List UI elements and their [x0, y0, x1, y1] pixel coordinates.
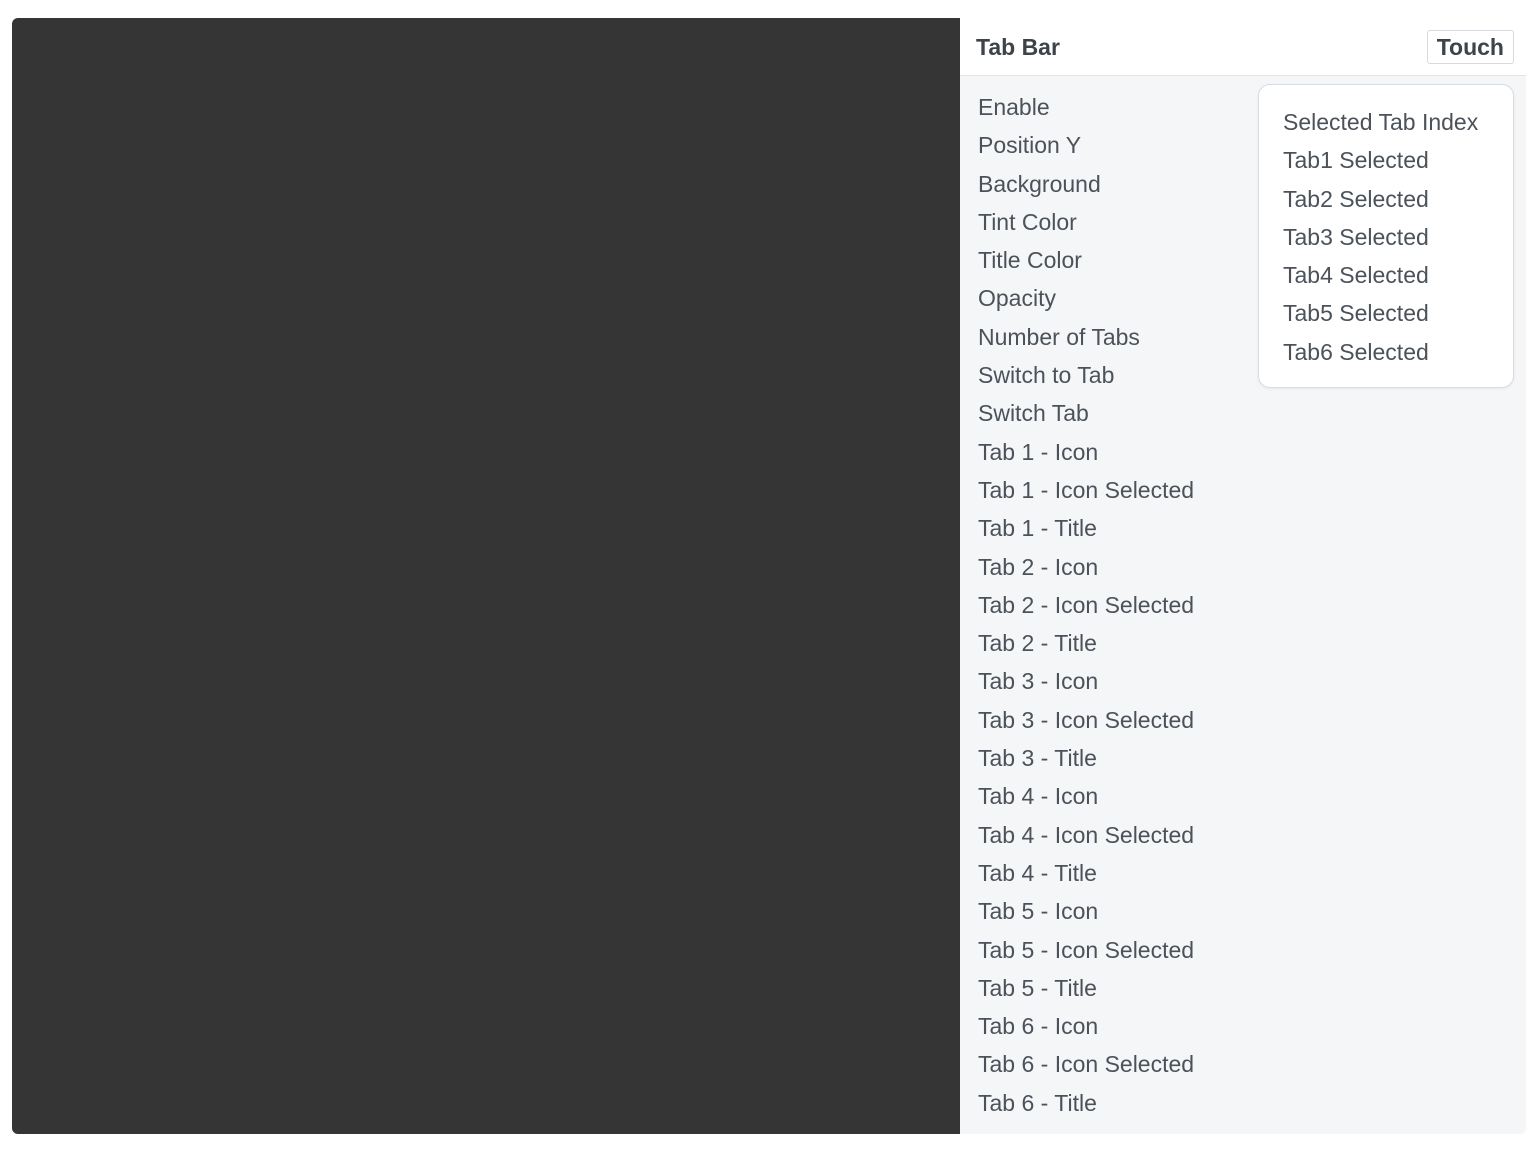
property-item[interactable]: Background [978, 165, 1194, 203]
panel-title: Tab Bar [976, 34, 1060, 60]
dropdown-menu-item[interactable]: Tab2 Selected [1283, 180, 1478, 218]
dropdown-menu-item[interactable]: Tab6 Selected [1283, 333, 1478, 371]
property-item[interactable]: Tab 6 - Icon Selected [978, 1045, 1194, 1083]
property-item[interactable]: Switch Tab [978, 394, 1194, 432]
property-item[interactable]: Tab 6 - Icon [978, 1007, 1194, 1045]
property-item[interactable]: Tab 5 - Icon Selected [978, 931, 1194, 969]
property-item[interactable]: Tab 6 - Title [978, 1084, 1194, 1122]
dropdown-menu-item[interactable]: Tab3 Selected [1283, 218, 1478, 256]
property-item[interactable]: Tab 3 - Icon Selected [978, 701, 1194, 739]
property-item[interactable]: Tab 1 - Icon Selected [978, 471, 1194, 509]
touch-button[interactable]: Touch [1426, 30, 1514, 64]
property-item[interactable]: Switch to Tab [978, 356, 1194, 394]
preview-canvas[interactable] [12, 18, 960, 1134]
property-item[interactable]: Number of Tabs [978, 318, 1194, 356]
dropdown-menu-item[interactable]: Tab4 Selected [1283, 256, 1478, 294]
property-item[interactable]: Tab 1 - Icon [978, 433, 1194, 471]
dropdown-menu-item[interactable]: Selected Tab Index [1283, 103, 1478, 141]
property-item[interactable]: Tab 3 - Icon [978, 662, 1194, 700]
properties-panel: Tab Bar Touch Enable Position Y Background… [960, 18, 1526, 1134]
dropdown-menu-item[interactable]: Tab1 Selected [1283, 141, 1478, 179]
property-item[interactable]: Tab 2 - Icon [978, 548, 1194, 586]
dropdown-menu-item[interactable]: Tab5 Selected [1283, 294, 1478, 332]
property-item[interactable]: Tab 2 - Title [978, 624, 1194, 662]
property-item[interactable]: Tint Color [978, 203, 1194, 241]
property-item[interactable]: Tab 4 - Icon Selected [978, 816, 1194, 854]
event-dropdown-list: Selected Tab Index Tab1 Selected Tab2 Sele… [1283, 103, 1478, 371]
property-item[interactable]: Position Y [978, 126, 1194, 164]
panel-header: Tab Bar Touch [960, 18, 1526, 76]
editor-frame: Tab Bar Touch Enable Position Y Background… [12, 18, 1526, 1134]
property-item[interactable]: Tab 5 - Icon [978, 892, 1194, 930]
event-dropdown-menu: Selected Tab Index Tab1 Selected Tab2 Sele… [1258, 84, 1514, 388]
property-item[interactable]: Tab 5 - Title [978, 969, 1194, 1007]
property-item[interactable]: Tab 1 - Title [978, 509, 1194, 547]
property-item[interactable]: Opacity [978, 279, 1194, 317]
property-item[interactable]: Tab 4 - Title [978, 854, 1194, 892]
property-list: Enable Position Y Background Tint Color Titl… [978, 88, 1194, 1122]
property-item[interactable]: Title Color [978, 241, 1194, 279]
property-item[interactable]: Enable [978, 88, 1194, 126]
property-item[interactable]: Tab 3 - Title [978, 739, 1194, 777]
property-item[interactable]: Tab 2 - Icon Selected [978, 586, 1194, 624]
property-item[interactable]: Tab 4 - Icon [978, 777, 1194, 815]
